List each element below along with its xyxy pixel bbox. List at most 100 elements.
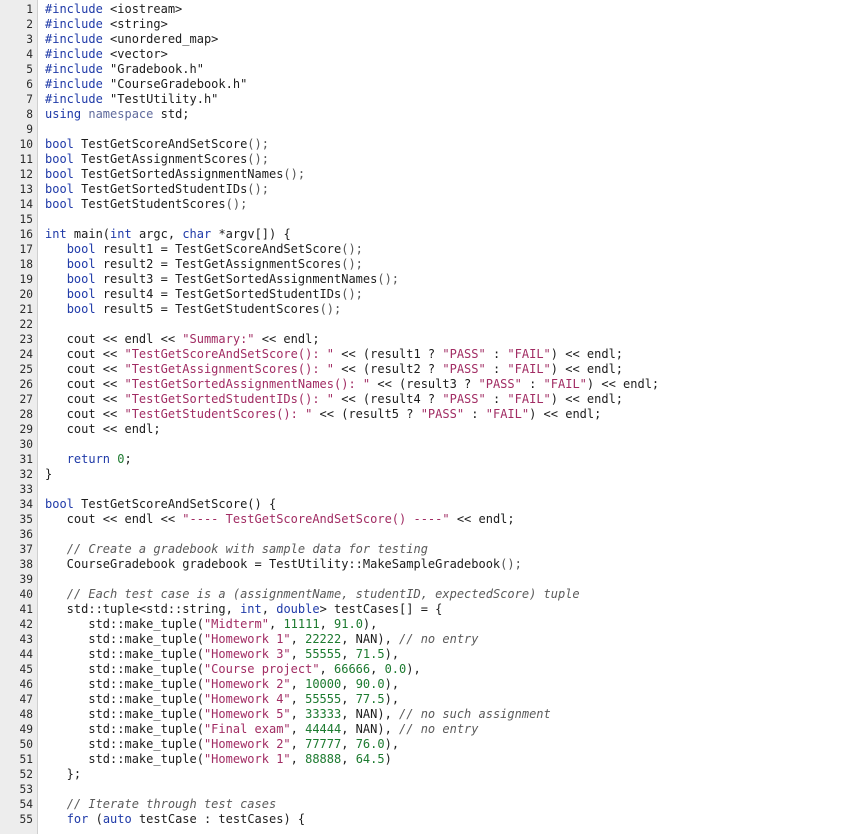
code-line[interactable]: cout << endl << "---- TestGetScoreAndSet… <box>45 512 861 527</box>
code-token: testCase : testCases) { <box>131 812 306 826</box>
code-line[interactable]: cout << "TestGetScoreAndSetScore(): " <<… <box>45 347 861 362</box>
code-token: "FAIL" <box>507 362 551 376</box>
code-line[interactable]: std::make_tuple("Homework 1", 22222, NAN… <box>45 632 861 647</box>
code-line[interactable]: std::make_tuple("Final exam", 44444, NAN… <box>45 722 861 737</box>
code-line[interactable]: }; <box>45 767 861 782</box>
code-line[interactable]: bool TestGetStudentScores(); <box>45 197 861 212</box>
code-line[interactable]: ​ <box>45 782 861 797</box>
code-line[interactable]: cout << "TestGetAssignmentScores(): " <<… <box>45 362 861 377</box>
code-token: bool <box>45 182 74 196</box>
code-line[interactable]: #include <vector> <box>45 47 861 62</box>
code-line[interactable]: int main(int argc, char *argv[]) { <box>45 227 861 242</box>
code-token: 91.0 <box>334 617 363 631</box>
code-line[interactable]: bool result4 = TestGetSortedStudentIDs()… <box>45 287 861 302</box>
code-line[interactable]: #include <string> <box>45 17 861 32</box>
code-line[interactable]: return 0; <box>45 452 861 467</box>
code-token: TestGetScoreAndSetScore() { <box>73 497 277 511</box>
code-line[interactable]: } <box>45 467 861 482</box>
code-line[interactable]: // Create a gradebook with sample data f… <box>45 542 861 557</box>
code-line[interactable]: cout << endl << "Summary:" << endl; <box>45 332 861 347</box>
code-token: ), <box>384 692 400 706</box>
line-number: 36 <box>19 528 33 541</box>
code-line[interactable]: bool TestGetSortedAssignmentNames(); <box>45 167 861 182</box>
code-line[interactable]: // Iterate through test cases <box>45 797 861 812</box>
code-token: std::make_tuple( <box>45 722 204 736</box>
code-line[interactable]: ​ <box>45 482 861 497</box>
code-token: ) << endl; <box>550 362 624 376</box>
code-token: "Homework 2" <box>203 737 291 751</box>
code-line[interactable]: bool TestGetScoreAndSetScore() { <box>45 497 861 512</box>
code-line[interactable]: ​ <box>45 437 861 452</box>
code-line[interactable]: bool result1 = TestGetScoreAndSetScore()… <box>45 242 861 257</box>
code-line[interactable]: bool result2 = TestGetAssignmentScores()… <box>45 257 861 272</box>
code-line[interactable]: std::make_tuple("Homework 4", 55555, 77.… <box>45 692 861 707</box>
code-line[interactable]: ​ <box>45 572 861 587</box>
code-line[interactable]: for (auto testCase : testCases) { <box>45 812 861 827</box>
code-token: *argv[]) { <box>211 227 291 241</box>
code-line[interactable]: std::make_tuple("Homework 2", 10000, 90.… <box>45 677 861 692</box>
code-line[interactable]: std::make_tuple("Midterm", 11111, 91.0), <box>45 617 861 632</box>
code-token: , <box>319 617 335 631</box>
code-line[interactable]: bool result5 = TestGetStudentScores(); <box>45 302 861 317</box>
code-token: << (result2 ? <box>334 362 443 376</box>
line-number: 50 <box>19 738 33 751</box>
code-token: , <box>341 737 356 751</box>
code-line[interactable]: cout << "TestGetSortedStudentIDs(): " <<… <box>45 392 861 407</box>
code-line[interactable]: bool TestGetScoreAndSetScore(); <box>45 137 861 152</box>
code-line[interactable]: cout << endl; <box>45 422 861 437</box>
code-line[interactable]: bool TestGetAssignmentScores(); <box>45 152 861 167</box>
line-number: 49 <box>19 723 33 736</box>
code-line[interactable]: ​ <box>45 122 861 137</box>
code-editor[interactable]: 1 2 3 4 5 6 7 8 9 10 11 12 13 14 15 16 17 18 19 20 21 22 23 24 2… <box>0 0 861 834</box>
code-line[interactable]: std::make_tuple("Homework 1", 88888, 64.… <box>45 752 861 767</box>
code-token: , <box>319 662 334 676</box>
code-token: << (result5 ? <box>312 407 421 421</box>
code-token: cout << <box>45 392 125 406</box>
code-token: char <box>182 227 212 241</box>
code-line[interactable]: #include "CourseGradebook.h" <box>45 77 861 92</box>
code-token: // Each test case is a (assignmentName, … <box>66 587 580 601</box>
code-area[interactable]: #include <iostream> #include <string> #inc… <box>38 0 861 834</box>
code-token: 44444 <box>305 722 342 736</box>
code-token: "TestGetSortedAssignmentNames(): " <box>124 377 371 391</box>
code-line[interactable]: ​ <box>45 317 861 332</box>
code-line[interactable]: cout << "TestGetStudentScores(): " << (r… <box>45 407 861 422</box>
code-line[interactable]: #include "TestUtility.h" <box>45 92 861 107</box>
code-line[interactable]: #include "Gradebook.h" <box>45 62 861 77</box>
code-token: , <box>290 632 306 646</box>
code-token: ( <box>88 812 103 826</box>
code-token: , <box>261 602 277 616</box>
code-line[interactable]: // Each test case is a (assignmentName, … <box>45 587 861 602</box>
code-token: #include <box>45 47 103 61</box>
code-line[interactable]: #include <iostream> <box>45 2 861 17</box>
code-token: , <box>290 647 306 661</box>
code-line[interactable]: bool result3 = TestGetSortedAssignmentNa… <box>45 272 861 287</box>
code-line[interactable]: CourseGradebook gradebook = TestUtility:… <box>45 557 861 572</box>
code-line[interactable]: std::make_tuple("Homework 3", 55555, 71.… <box>45 647 861 662</box>
code-token: "PASS" <box>442 347 486 361</box>
code-token: 66666 <box>334 662 371 676</box>
code-line[interactable]: ​ <box>45 212 861 227</box>
code-line[interactable]: #include <unordered_map> <box>45 32 861 47</box>
code-line[interactable]: std::make_tuple("Homework 2", 77777, 76.… <box>45 737 861 752</box>
code-token: , <box>290 737 306 751</box>
code-token: }; <box>45 767 82 781</box>
line-number-gutter: 1 2 3 4 5 6 7 8 9 10 11 12 13 14 15 16 17 18 19 20 21 22 23 24 2… <box>0 0 38 834</box>
code-token: bool <box>66 302 96 316</box>
line-number: 44 <box>19 648 33 661</box>
code-token: std::make_tuple( <box>45 617 204 631</box>
code-token: std::make_tuple( <box>45 662 204 676</box>
code-line[interactable]: std::make_tuple("Homework 5", 33333, NAN… <box>45 707 861 722</box>
code-line[interactable]: cout << "TestGetSortedAssignmentNames():… <box>45 377 861 392</box>
code-token: #include <box>45 2 103 16</box>
code-line[interactable]: ​ <box>45 527 861 542</box>
code-line[interactable]: bool TestGetSortedStudentIDs(); <box>45 182 861 197</box>
code-line[interactable]: using namespace std; <box>45 107 861 122</box>
code-token: // Create a gradebook with sample data f… <box>66 542 428 556</box>
code-line[interactable]: std::tuple<std::string, int, double> tes… <box>45 602 861 617</box>
code-line[interactable]: std::make_tuple("Course project", 66666,… <box>45 662 861 677</box>
code-token: <iostream> <box>102 2 183 16</box>
code-token: int <box>110 227 132 241</box>
